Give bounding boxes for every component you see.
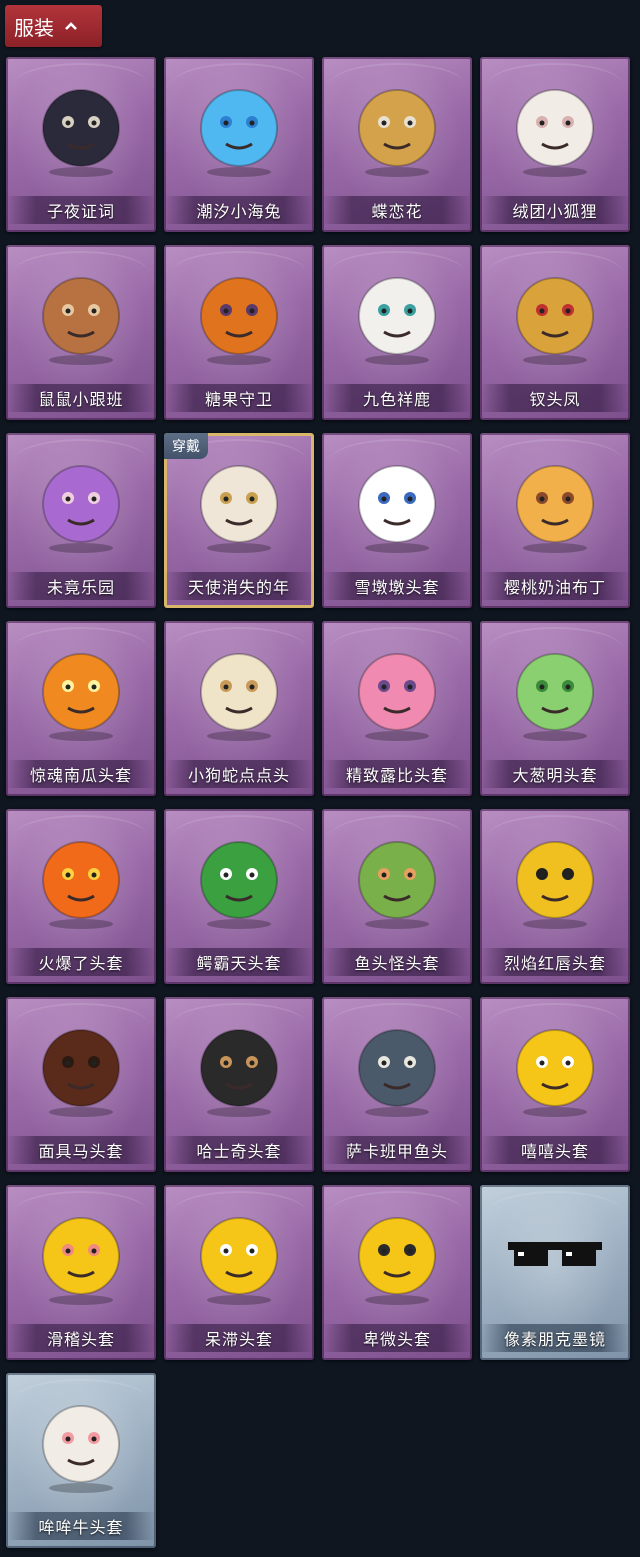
fish-head-icon [322, 809, 472, 949]
costume-name: 呆滞头套 [164, 1324, 314, 1352]
pumpkin-scarecrow-icon [164, 245, 314, 385]
costume-name: 雪墩墩头套 [322, 572, 472, 600]
costume-name: 天使消失的年 [164, 572, 314, 600]
pumpkin-head-icon [6, 621, 156, 761]
costume-card[interactable]: 火爆了头套 [6, 809, 156, 984]
costume-card[interactable]: 绒团小狐狸 [480, 57, 630, 232]
costume-card[interactable]: 鳄霸天头套 [164, 809, 314, 984]
costume-name: 鼠鼠小跟班 [6, 384, 156, 412]
bell-wreath-icon [322, 57, 472, 197]
costume-card[interactable]: 樱桃奶油布丁 [480, 433, 630, 608]
costume-card[interactable]: 蝶恋花 [322, 57, 472, 232]
costume-name: 哈士奇头套 [164, 1136, 314, 1164]
costume-card[interactable]: 鱼头怪头套 [322, 809, 472, 984]
costume-card[interactable]: 子夜证词 [6, 57, 156, 232]
costume-name: 蝶恋花 [322, 196, 472, 224]
fire-head-icon [6, 809, 156, 949]
grin-emoji-head-icon [480, 997, 630, 1137]
blue-sea-bunny-icon [164, 57, 314, 197]
category-tab-costume[interactable]: 服装 [5, 5, 102, 47]
costume-card[interactable]: 天使消失的年 穿戴 [164, 433, 314, 608]
snake-head-icon [164, 621, 314, 761]
costume-card[interactable]: 哈士奇头套 [164, 997, 314, 1172]
costume-card[interactable]: 小狗蛇点点头 [164, 621, 314, 796]
costume-name: 萨卡班甲鱼头 [322, 1136, 472, 1164]
costume-card[interactable]: 烈焰红唇头套 [480, 809, 630, 984]
costume-card[interactable]: 雪墩墩头套 [322, 433, 472, 608]
costume-card[interactable]: 潮汐小海兔 [164, 57, 314, 232]
costume-card[interactable]: 像素朋克墨镜 [480, 1185, 630, 1360]
costume-name: 大葱明头套 [480, 760, 630, 788]
dog-head-icon [164, 997, 314, 1137]
costume-card[interactable]: 精致露比头套 [322, 621, 472, 796]
costume-name: 火爆了头套 [6, 948, 156, 976]
costume-name: 烈焰红唇头套 [480, 948, 630, 976]
owl-costume-icon [6, 57, 156, 197]
pink-beaver-head-icon [322, 621, 472, 761]
category-tab-label: 服装 [14, 15, 54, 40]
pudding-head-icon [480, 433, 630, 573]
horse-head-icon [6, 997, 156, 1137]
costume-name: 钗头凤 [480, 384, 630, 412]
costume-card[interactable]: 未竟乐园 [6, 433, 156, 608]
fish-blob-head-icon [322, 997, 472, 1137]
hamster-icon [6, 245, 156, 385]
costume-card[interactable]: 面具马头套 [6, 997, 156, 1172]
chevron-up-icon [65, 22, 77, 30]
costume-card[interactable]: 鼠鼠小跟班 [6, 245, 156, 420]
shy-emoji-head-icon [322, 1185, 472, 1325]
white-fox-icon [480, 57, 630, 197]
crocodile-head-icon [164, 809, 314, 949]
costume-card[interactable]: 呆滞头套 [164, 1185, 314, 1360]
deer-icon [322, 245, 472, 385]
costume-card[interactable]: 哞哞牛头套 [6, 1373, 156, 1548]
costume-grid: 子夜证词 潮汐小海兔 蝶恋花 绒团小狐狸 鼠鼠小跟班 糖果守卫 九色祥鹿 钗头凤… [0, 0, 640, 1557]
pixel-sunglasses-icon [480, 1185, 630, 1325]
smirk-emoji-head-icon [6, 1185, 156, 1325]
costume-name: 精致露比头套 [322, 760, 472, 788]
stare-emoji-head-icon [164, 1185, 314, 1325]
costume-name: 小狗蛇点点头 [164, 760, 314, 788]
costume-card[interactable]: 九色祥鹿 [322, 245, 472, 420]
costume-name: 潮汐小海兔 [164, 196, 314, 224]
costume-card[interactable]: 滑稽头套 [6, 1185, 156, 1360]
costume-name: 绒团小狐狸 [480, 196, 630, 224]
equipped-badge: 穿戴 [164, 433, 208, 459]
costume-name: 糖果守卫 [164, 384, 314, 412]
scallion-head-icon [480, 621, 630, 761]
costume-name: 像素朋克墨镜 [480, 1324, 630, 1352]
costume-name: 哞哞牛头套 [6, 1512, 156, 1540]
costume-card[interactable]: 萨卡班甲鱼头 [322, 997, 472, 1172]
phoenix-crown-doll-icon [480, 245, 630, 385]
yellow-mask-head-icon [480, 809, 630, 949]
costume-name: 鳄霸天头套 [164, 948, 314, 976]
costume-name: 滑稽头套 [6, 1324, 156, 1352]
costume-card[interactable]: 大葱明头套 [480, 621, 630, 796]
costume-card[interactable]: 钗头凤 [480, 245, 630, 420]
costume-name: 九色祥鹿 [322, 384, 472, 412]
costume-name: 樱桃奶油布丁 [480, 572, 630, 600]
snowman-head-icon [322, 433, 472, 573]
costume-card[interactable]: 卑微头套 [322, 1185, 472, 1360]
costume-name: 未竟乐园 [6, 572, 156, 600]
costume-name: 子夜证词 [6, 196, 156, 224]
costume-name: 卑微头套 [322, 1324, 472, 1352]
costume-card[interactable]: 糖果守卫 [164, 245, 314, 420]
purple-hair-doll-icon [6, 433, 156, 573]
costume-card[interactable]: 嘻嘻头套 [480, 997, 630, 1172]
costume-name: 面具马头套 [6, 1136, 156, 1164]
costume-card[interactable]: 惊魂南瓜头套 [6, 621, 156, 796]
cow-head-icon [6, 1373, 156, 1513]
costume-name: 鱼头怪头套 [322, 948, 472, 976]
costume-name: 嘻嘻头套 [480, 1136, 630, 1164]
costume-name: 惊魂南瓜头套 [6, 760, 156, 788]
